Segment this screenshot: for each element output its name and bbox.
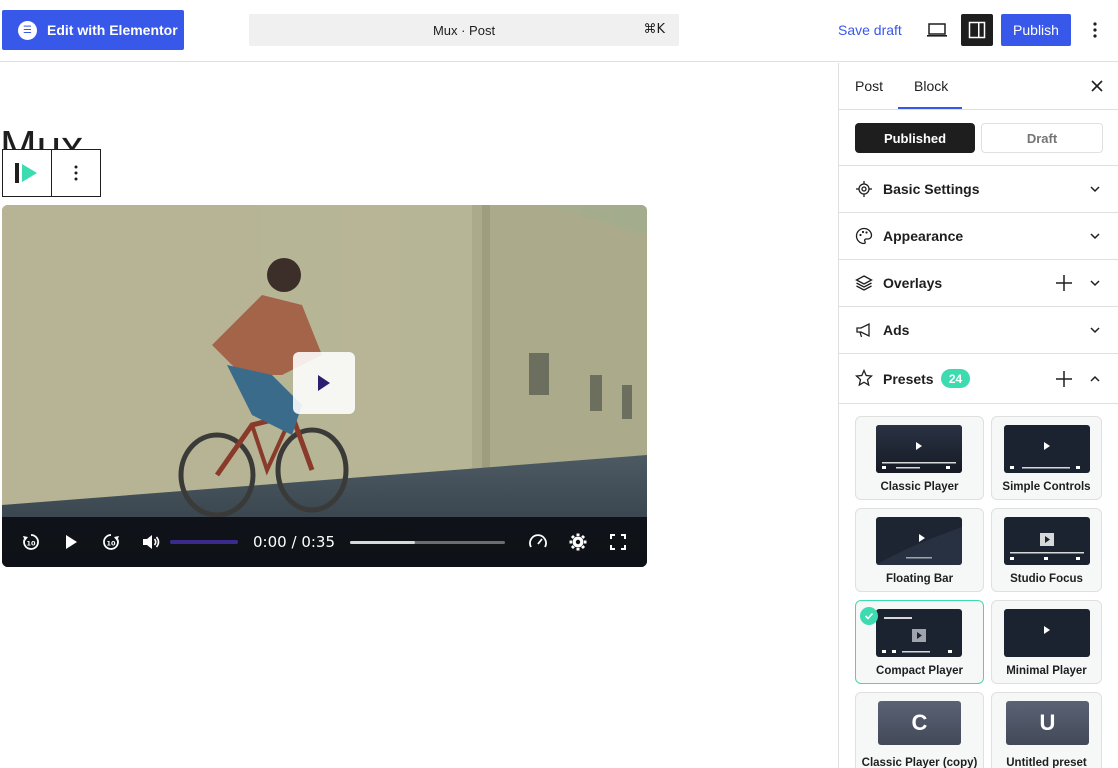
edit-with-elementor-button[interactable]: ☰ Edit with Elementor <box>2 10 184 50</box>
command-palette-bar[interactable]: Mux · Post ⌘K <box>249 14 679 46</box>
divider <box>839 403 1118 404</box>
mux-block-icon[interactable] <box>3 150 52 196</box>
preset-card[interactable]: Floating Bar <box>855 508 984 592</box>
preset-thumbnail <box>876 517 962 565</box>
preset-letter-thumbnail: U <box>1006 701 1089 745</box>
panel-label: Basic Settings <box>883 181 980 197</box>
forward-10-icon[interactable]: 10 <box>101 532 121 552</box>
time-current: 0:00 <box>253 533 287 551</box>
preset-name: Compact Player <box>876 665 963 677</box>
svg-text:10: 10 <box>26 540 36 548</box>
panel-label: Presets <box>883 371 934 387</box>
panel-appearance[interactable]: Appearance <box>839 212 1118 259</box>
editor-canvas: Mux 10 10 0:00 / 0:35 <box>0 63 838 768</box>
preset-letter-thumbnail: C <box>878 701 961 745</box>
preset-thumbnail <box>1004 609 1090 657</box>
preset-name: Studio Focus <box>1010 573 1083 585</box>
preset-name: Untitled preset <box>1006 757 1087 768</box>
elementor-logo-icon: ☰ <box>18 20 37 40</box>
volume-icon[interactable] <box>141 532 161 552</box>
panel-basic-settings[interactable]: Basic Settings <box>839 165 1118 212</box>
preset-thumbnail <box>1004 517 1090 565</box>
edit-with-elementor-label: Edit with Elementor <box>47 22 178 38</box>
close-icon[interactable] <box>1088 77 1106 95</box>
layers-icon <box>855 275 873 291</box>
chevron-down-icon <box>1090 186 1100 193</box>
preset-thumbnail <box>1004 425 1090 473</box>
video-player[interactable]: 10 10 0:00 / 0:35 <box>2 205 647 567</box>
preset-card[interactable]: U Untitled preset <box>991 692 1102 768</box>
tab-block[interactable]: Block <box>914 78 948 94</box>
fullscreen-icon[interactable] <box>608 532 628 552</box>
panel-label: Overlays <box>883 275 943 291</box>
time-separator: / <box>291 533 297 551</box>
preset-name: Floating Bar <box>885 573 954 585</box>
volume-slider[interactable] <box>170 540 238 544</box>
megaphone-icon <box>856 322 870 338</box>
preset-card[interactable]: Classic Player <box>855 416 984 500</box>
panel-label: Appearance <box>883 228 964 244</box>
settings-panels: Basic Settings Appearance Overlays Ads P… <box>839 165 1118 404</box>
preset-name: Classic Player (copy) <box>861 757 978 768</box>
add-overlay-plus-icon[interactable] <box>1055 274 1073 292</box>
time-total: 0:35 <box>301 533 335 551</box>
panel-overlays[interactable]: Overlays <box>839 259 1118 306</box>
rewind-10-icon[interactable]: 10 <box>21 532 41 552</box>
volume-level-fill <box>170 540 238 544</box>
preset-card[interactable]: C Classic Player (copy) <box>855 692 984 768</box>
preset-thumbnail <box>876 609 962 657</box>
tab-post[interactable]: Post <box>855 78 883 94</box>
save-draft-button[interactable]: Save draft <box>838 22 902 38</box>
preset-card[interactable]: Minimal Player <box>991 600 1102 684</box>
settings-panel-toggle-icon[interactable] <box>961 14 993 46</box>
play-icon <box>318 375 330 391</box>
preset-card[interactable]: Studio Focus <box>991 508 1102 592</box>
preset-name: Minimal Player <box>1006 665 1087 677</box>
svg-text:10: 10 <box>106 540 116 548</box>
playback-speed-icon[interactable] <box>528 532 548 552</box>
chevron-down-icon <box>1090 280 1100 287</box>
play-icon[interactable] <box>61 532 81 552</box>
gear-icon <box>856 181 872 197</box>
add-preset-plus-icon[interactable] <box>1055 370 1073 388</box>
panel-presets[interactable]: Presets 24 <box>839 353 1118 403</box>
device-preview-icon[interactable] <box>925 18 949 42</box>
preset-thumbnail <box>876 425 962 473</box>
big-play-button[interactable] <box>293 352 355 414</box>
seek-progress-fill <box>350 541 416 544</box>
time-display: 0:00 / 0:35 <box>253 533 335 551</box>
status-draft-button[interactable]: Draft <box>981 123 1103 153</box>
panel-label: Ads <box>883 322 910 338</box>
chevron-down-icon <box>1090 233 1100 240</box>
video-control-bar: 10 10 0:00 / 0:35 <box>2 517 647 567</box>
chevron-up-icon <box>1090 375 1100 382</box>
selected-check-icon <box>860 607 878 625</box>
presets-count-badge: 24 <box>941 369 970 388</box>
preset-name: Simple Controls <box>1002 481 1091 493</box>
document-title: Mux · Post <box>432 22 496 38</box>
preset-card-selected[interactable]: Compact Player <box>855 600 984 684</box>
editor-header: ☰ Edit with Elementor Mux · Post ⌘K Save… <box>0 0 1118 62</box>
star-icon <box>855 369 873 387</box>
panel-ads[interactable]: Ads <box>839 306 1118 353</box>
sidebar-tabs: Post Block <box>839 63 1118 110</box>
palette-icon <box>855 227 873 245</box>
block-options-icon[interactable] <box>52 150 100 196</box>
chevron-down-icon <box>1090 327 1100 334</box>
status-toggle: Published Draft <box>855 123 1103 153</box>
settings-gear-icon[interactable] <box>568 532 588 552</box>
more-options-icon[interactable] <box>1083 18 1107 42</box>
status-published-button[interactable]: Published <box>855 123 975 153</box>
preset-name: Classic Player <box>880 481 959 493</box>
block-toolbar <box>2 149 101 197</box>
seek-bar[interactable] <box>350 541 505 544</box>
settings-sidebar: Post Block Published Draft Basic Setting… <box>838 63 1118 768</box>
active-tab-indicator <box>898 107 962 109</box>
publish-button[interactable]: Publish <box>1001 14 1071 46</box>
command-shortcut: ⌘K <box>643 22 665 37</box>
preset-card[interactable]: Simple Controls <box>991 416 1102 500</box>
